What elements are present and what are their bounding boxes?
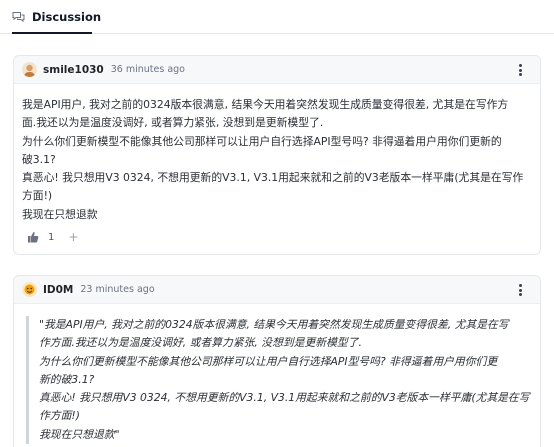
comment-timestamp[interactable]: 36 minutes ago (111, 64, 185, 75)
tab-discussion-label: Discussion (32, 10, 102, 24)
comment-line: 真恶心! 我只想用V3 0324, 不想用更新的V3.1, V3.1用起来就和之… (22, 171, 524, 185)
comment-author[interactable]: smile1030 (43, 64, 104, 76)
more-options-icon[interactable] (514, 63, 526, 77)
quoted-text: "我是API用户, 我对之前的0324版本很满意, 结果今天用着突然发现生成质量… (26, 316, 534, 445)
comment-card: smile1030 36 minutes ago 我是API用户, 我对之前的0… (13, 55, 541, 255)
thumbs-up-icon[interactable] (26, 230, 40, 244)
avatar[interactable] (22, 282, 37, 297)
quote-line: 为什么你们更新模型不能像其他公司那样可以让用户自行选择API型号吗? 非得逼着用… (39, 354, 498, 368)
discussion-icon (12, 11, 25, 23)
add-reaction-button[interactable]: + (68, 230, 78, 244)
comment-author[interactable]: ID0M (43, 284, 73, 296)
quote-line: 作方面.我还以为是温度没调好, 或者算力紧张, 没想到是更新模型了. (39, 336, 362, 350)
comment-header: smile1030 36 minutes ago (14, 56, 540, 84)
comment-timestamp[interactable]: 23 minutes ago (80, 284, 154, 295)
comment-line: 破3.1? (22, 152, 56, 166)
tab-bar: Discussion (0, 0, 554, 34)
quote-line: 新的破3.1? (39, 372, 95, 386)
comment-header: ID0M 23 minutes ago (14, 276, 540, 304)
more-options-icon[interactable] (514, 283, 526, 297)
comment-line: 为什么你们更新模型不能像其他公司那样可以让用户自行选择API型号吗? 非得逼着用… (22, 134, 502, 148)
comment-card: ID0M 23 minutes ago "我是API用户, 我对之前的0324版… (13, 275, 541, 447)
avatar[interactable] (22, 62, 37, 77)
comment-line: 我是API用户, 我对之前的0324版本很满意, 结果今天用着突然发现生成质量变… (22, 98, 509, 111)
comment-line: 方面!) (22, 189, 53, 203)
comment-line: 我现在只想退款 (22, 207, 98, 221)
quote-line: "我是API用户, 我对之前的0324版本很满意, 结果今天用着突然发现生成质量… (39, 318, 509, 331)
comment-body: 我是API用户, 我对之前的0324版本很满意, 结果今天用着突然发现生成质量变… (14, 84, 540, 224)
reaction-count: 1 (48, 231, 55, 243)
comment-line: 面.我还以为是温度没调好, 或者算力紧张, 没想到是更新模型了. (22, 116, 324, 130)
tab-active-indicator (12, 32, 92, 34)
reactions-bar: 1 + (26, 230, 78, 244)
tab-discussion[interactable]: Discussion (12, 0, 101, 34)
quote-line: 真恶心! 我只想用V3 0324, 不想用更新的V3.1, V3.1用起来就和之… (39, 391, 530, 405)
quote-line: 作方面!) (39, 409, 80, 423)
quote-line: 我现在只想退款" (39, 427, 120, 441)
